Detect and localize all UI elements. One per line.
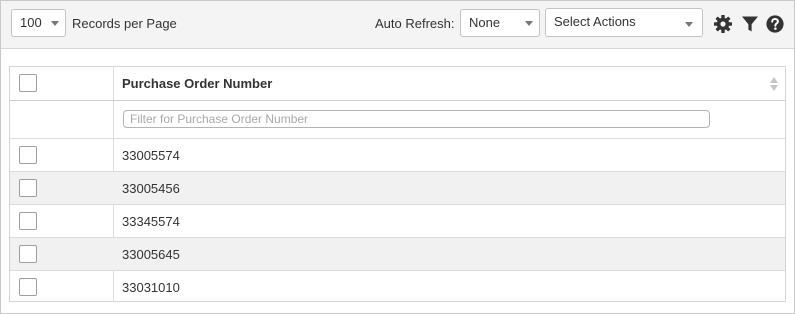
- purchase-order-number-cell: 33005456: [122, 181, 180, 196]
- records-per-page-value: 100: [20, 15, 42, 30]
- help-icon[interactable]: [765, 14, 785, 34]
- table-row[interactable]: 33005574: [10, 139, 785, 172]
- grid-panel: 100 Records per Page Auto Refresh: None …: [0, 0, 795, 314]
- row-checkbox[interactable]: [19, 146, 37, 164]
- row-checkbox[interactable]: [19, 212, 37, 230]
- toolbar: 100 Records per Page Auto Refresh: None …: [1, 1, 794, 49]
- auto-refresh-value: None: [469, 15, 501, 30]
- purchase-order-number-filter-input[interactable]: [123, 110, 710, 128]
- caret-down-icon: [525, 21, 533, 26]
- row-checkbox[interactable]: [19, 245, 37, 263]
- select-actions-label: Select Actions: [554, 14, 636, 29]
- table-row[interactable]: 33005645: [10, 238, 785, 271]
- table-row[interactable]: 33345574: [10, 205, 785, 238]
- records-per-page-select[interactable]: 100: [11, 9, 66, 37]
- table-header-row: Purchase Order Number: [10, 67, 785, 101]
- sort-icon[interactable]: [769, 76, 779, 92]
- table-row[interactable]: 33005456: [10, 172, 785, 205]
- purchase-order-number-cell: 33031010: [122, 280, 180, 295]
- gear-icon[interactable]: [713, 14, 733, 34]
- purchase-order-number-cell: 33005645: [122, 247, 180, 262]
- auto-refresh-label: Auto Refresh:: [375, 16, 455, 31]
- auto-refresh-select[interactable]: None: [460, 9, 540, 37]
- purchase-order-number-cell: 33345574: [122, 214, 180, 229]
- records-per-page-label: Records per Page: [72, 16, 177, 31]
- column-header-purchase-order-number[interactable]: Purchase Order Number: [122, 76, 272, 91]
- select-actions-dropdown[interactable]: Select Actions: [545, 8, 703, 37]
- purchase-order-number-cell: 33005574: [122, 148, 180, 163]
- row-checkbox[interactable]: [19, 278, 37, 296]
- caret-down-icon: [685, 22, 693, 27]
- table-row[interactable]: 33031010: [10, 271, 785, 304]
- filter-icon[interactable]: [740, 14, 760, 34]
- caret-down-icon: [51, 21, 59, 26]
- row-checkbox[interactable]: [19, 179, 37, 197]
- data-table: Purchase Order Number 33005574 33005456 …: [9, 66, 786, 302]
- select-all-checkbox[interactable]: [19, 74, 37, 92]
- filter-row: [10, 101, 785, 139]
